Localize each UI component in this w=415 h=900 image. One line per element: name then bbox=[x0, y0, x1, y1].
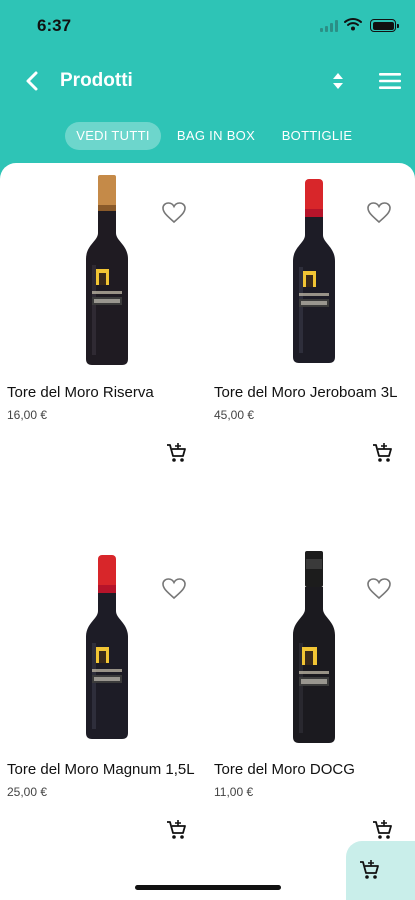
product-price: 45,00 € bbox=[214, 408, 255, 422]
heart-icon[interactable] bbox=[161, 201, 187, 225]
product-price: 16,00 € bbox=[7, 408, 48, 422]
tab-vedi-tutti[interactable]: VEDI TUTTI bbox=[65, 122, 161, 150]
add-cart-icon[interactable] bbox=[371, 442, 393, 464]
product-price: 11,00 € bbox=[214, 785, 254, 799]
tab-bottiglie[interactable]: BOTTIGLIE bbox=[276, 122, 358, 150]
product-name: Tore del Moro Riserva bbox=[7, 384, 154, 401]
product-name: Tore del Moro Jeroboam 3L bbox=[214, 384, 398, 401]
product-image bbox=[86, 175, 128, 365]
sort-icon[interactable] bbox=[326, 67, 350, 95]
header: Prodotti bbox=[0, 55, 415, 107]
menu-icon[interactable] bbox=[376, 69, 404, 93]
heart-icon[interactable] bbox=[366, 201, 392, 225]
product-name: Tore del Moro DOCG bbox=[214, 761, 355, 778]
back-arrow-icon[interactable] bbox=[18, 67, 46, 95]
product-image bbox=[293, 551, 335, 743]
product-name: Tore del Moro Magnum 1,5L bbox=[7, 761, 195, 778]
product-grid: Tore del Moro Riserva 16,00 € Tore del M… bbox=[0, 163, 415, 900]
home-indicator bbox=[135, 885, 281, 890]
heart-icon[interactable] bbox=[366, 577, 392, 601]
status-time: 6:37 bbox=[37, 16, 72, 35]
battery-icon bbox=[370, 19, 399, 32]
product-card[interactable]: Tore del Moro Riserva 16,00 € bbox=[7, 173, 207, 533]
category-tabs: VEDI TUTTI BAG IN BOX BOTTIGLIE bbox=[0, 122, 415, 152]
floating-cart-button[interactable] bbox=[346, 841, 415, 900]
status-bar: 6:37 bbox=[0, 0, 415, 50]
product-price: 25,00 € bbox=[7, 785, 48, 799]
page-title: Prodotti bbox=[60, 70, 133, 91]
add-cart-icon[interactable] bbox=[165, 819, 187, 841]
product-image bbox=[293, 179, 335, 363]
tab-bag-in-box[interactable]: BAG IN BOX bbox=[170, 122, 262, 150]
product-card[interactable]: Tore del Moro Jeroboam 3L 45,00 € bbox=[214, 173, 414, 533]
signal-icon bbox=[320, 20, 342, 32]
add-cart-icon bbox=[360, 860, 379, 879]
add-cart-icon[interactable] bbox=[371, 819, 393, 841]
wifi-icon bbox=[344, 18, 362, 31]
heart-icon[interactable] bbox=[161, 577, 187, 601]
product-card[interactable]: Tore del Moro Magnum 1,5L 25,00 € bbox=[7, 549, 207, 900]
product-image bbox=[86, 555, 128, 739]
add-cart-icon[interactable] bbox=[165, 442, 187, 464]
